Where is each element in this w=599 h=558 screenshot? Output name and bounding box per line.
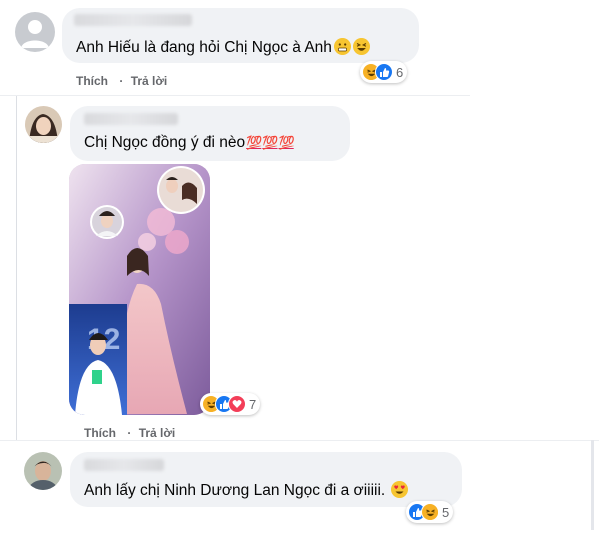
comment-text: Anh Hiếu là đang hỏi Chị Ngọc à Anh (76, 38, 370, 57)
scrollbar-track[interactable] (591, 440, 594, 530)
reply-link[interactable]: Trả lời (139, 426, 176, 440)
like-icon (375, 63, 393, 81)
photo-collage: 12 (69, 164, 210, 415)
like-link[interactable]: Thích (84, 426, 116, 440)
heart-eyes-emoji-icon (391, 481, 409, 498)
haha-icon (421, 503, 439, 521)
avatar[interactable] (24, 452, 62, 490)
reaction-summary[interactable]: 6 (360, 61, 408, 83)
comment-body: Anh lấy chị Ninh Dương Lan Ngọc đi a ơii… (84, 482, 386, 499)
commenter-name-blurred[interactable] (84, 113, 178, 125)
reply-link[interactable]: Trả lời (131, 74, 168, 88)
avatar[interactable] (25, 106, 62, 143)
reaction-summary[interactable]: 5 (406, 501, 454, 523)
hundred-points-icon: 💯 (262, 135, 278, 150)
attached-photo[interactable]: 12 (69, 164, 210, 415)
default-user-icon (21, 20, 49, 48)
comment-actions: Thích · Trả lời (84, 426, 176, 440)
like-link[interactable]: Thích (76, 74, 108, 88)
love-icon (228, 395, 246, 413)
laughing-emoji-icon (352, 38, 370, 55)
grimace-emoji-icon (333, 38, 351, 55)
thread-line (16, 96, 17, 440)
reaction-count: 6 (396, 64, 404, 80)
comment-text: Anh lấy chị Ninh Dương Lan Ngọc đi a ơii… (84, 481, 409, 500)
reaction-count: 7 (249, 396, 257, 412)
reaction-count: 5 (442, 504, 450, 520)
commenter-name-blurred[interactable] (74, 14, 192, 26)
reaction-summary[interactable]: 7 (200, 393, 261, 415)
thread-divider (0, 440, 599, 441)
avatar-default[interactable] (15, 12, 55, 52)
hundred-points-icon: 💯 (246, 135, 262, 150)
hundred-points-icon: 💯 (278, 135, 295, 150)
comment-actions: Thích · Trả lời (76, 74, 168, 88)
comment-body: Anh Hiếu là đang hỏi Chị Ngọc à Anh (76, 39, 332, 56)
comment-text: Chị Ngọc đồng ý đi nèo💯💯💯 (84, 134, 295, 152)
thread-divider (0, 95, 470, 96)
commenter-name-blurred[interactable] (84, 459, 164, 471)
comment-body: Chị Ngọc đồng ý đi nèo (84, 134, 246, 151)
